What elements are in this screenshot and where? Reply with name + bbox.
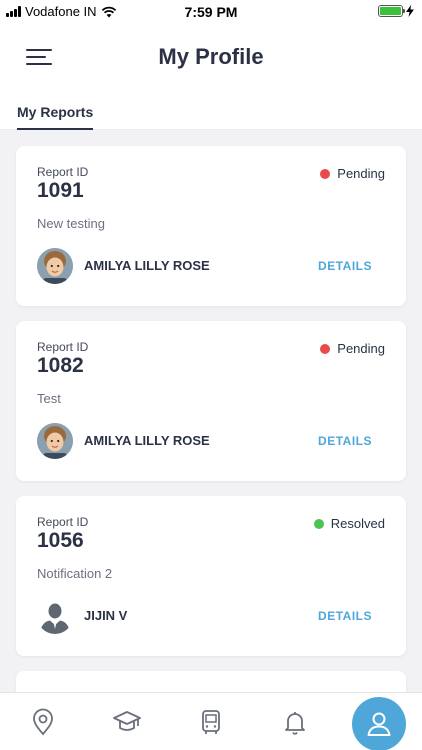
status-dot: [320, 343, 331, 354]
report-id-label: Report ID: [37, 340, 89, 354]
default-user-avatar: [37, 598, 73, 634]
report-card[interactable]: Report ID 1082 Test Pending AMILYA LILLY…: [16, 321, 406, 481]
charging-icon: [406, 5, 414, 17]
report-card[interactable]: Report ID 1091 New testing Pending AMILY…: [16, 146, 406, 306]
details-button[interactable]: DETAILS: [318, 434, 372, 448]
status-badge: Pending: [320, 341, 385, 356]
status-dot: [313, 518, 324, 529]
battery-fill: [380, 7, 401, 15]
report-id: 1091: [37, 179, 84, 202]
tab-bar: My Reports: [0, 82, 422, 130]
status-label: Pending: [337, 341, 385, 356]
clock: 7:59 PM: [184, 4, 238, 20]
status-bar: Vodafone IN 7:59 PM: [0, 0, 422, 24]
report-id-label: Report ID: [37, 515, 89, 529]
user-icon[interactable]: [352, 697, 406, 750]
report-description: New testing: [37, 216, 105, 231]
app-header: My Profile: [0, 24, 422, 82]
status-dot: [320, 168, 331, 179]
bus-icon[interactable]: [196, 707, 226, 737]
report-description: Test: [37, 391, 61, 406]
tab-my-reports[interactable]: My Reports: [17, 104, 94, 130]
avatar: [37, 423, 73, 459]
battery-icon: [378, 5, 405, 17]
details-button[interactable]: DETAILS: [318, 609, 372, 623]
report-description: Notification 2: [37, 566, 113, 581]
report-id: 1056: [37, 529, 84, 552]
status-badge: Resolved: [313, 516, 385, 531]
details-button[interactable]: DETAILS: [318, 259, 372, 273]
avatar: [37, 248, 73, 284]
bell-icon[interactable]: [280, 707, 310, 737]
status-label: Resolved: [330, 516, 385, 531]
reporter-name: JIJIN V: [84, 608, 128, 623]
report-card[interactable]: Report ID 1056 Notification 2 Resolved J…: [16, 496, 406, 656]
bottom-nav: [0, 692, 422, 750]
status-label: Pending: [337, 166, 385, 181]
reporter-name: AMILYA LILLY ROSE: [84, 258, 210, 273]
page-title: My Profile: [158, 44, 264, 69]
report-id-label: Report ID: [37, 165, 89, 179]
battery-group: [378, 5, 414, 17]
report-id: 1082: [37, 354, 84, 377]
location-pin-icon[interactable]: [28, 707, 58, 737]
reporter-name: AMILYA LILLY ROSE: [84, 433, 210, 448]
status-badge: Pending: [320, 166, 385, 181]
graduation-cap-icon[interactable]: [112, 707, 142, 737]
